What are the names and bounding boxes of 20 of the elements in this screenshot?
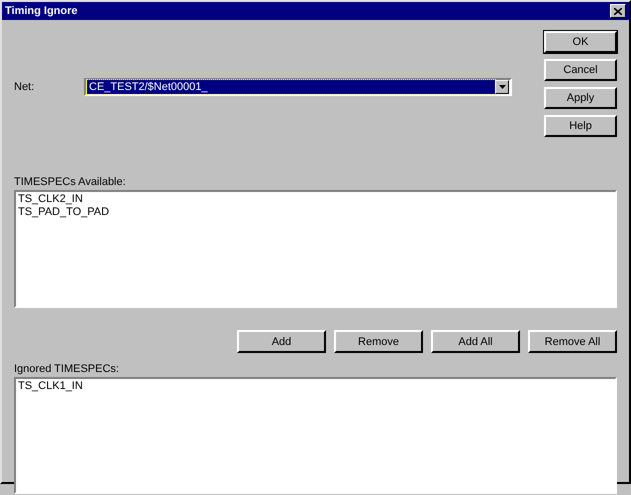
- dialog-button[interactable]: OK: [544, 31, 617, 53]
- dialog-button[interactable]: Apply: [544, 87, 617, 109]
- section-label: Ignored TIMESPECs:: [14, 363, 120, 377]
- move-button[interactable]: Add: [237, 330, 326, 353]
- list-item[interactable]: TS_CLK2_IN: [18, 193, 613, 206]
- caret-icon: [498, 85, 506, 89]
- list-item[interactable]: TS_PAD_TO_PAD: [18, 206, 613, 219]
- net-dropdown[interactable]: CE_TEST2/$Net00001_: [84, 78, 512, 96]
- move-button[interactable]: Remove All: [528, 330, 617, 353]
- dialog-button[interactable]: Help: [544, 115, 617, 137]
- move-button[interactable]: Add All: [431, 330, 520, 353]
- dialog-button[interactable]: Cancel: [544, 59, 617, 81]
- move-button[interactable]: Remove: [334, 330, 423, 353]
- close-icon: [614, 8, 622, 14]
- close-button[interactable]: [610, 4, 626, 18]
- section-label: TIMESPECs Available:: [14, 176, 127, 190]
- field-label: Net:: [14, 81, 36, 93]
- window-title: Timing Ignore: [5, 5, 78, 17]
- list-item[interactable]: TS_CLK1_IN: [18, 380, 613, 393]
- dropdown-button[interactable]: [495, 80, 509, 94]
